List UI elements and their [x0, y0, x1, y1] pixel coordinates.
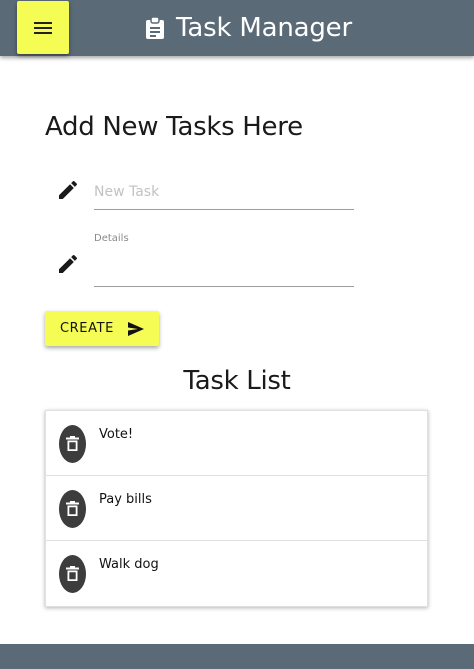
task-text: Walk dog — [99, 557, 159, 572]
create-button[interactable]: CREATE — [45, 311, 159, 346]
trash-icon — [66, 566, 79, 581]
task-text: Vote! — [99, 427, 134, 442]
page-footer — [0, 644, 474, 669]
task-list-title: Task List — [183, 366, 291, 396]
menu-button[interactable] — [17, 1, 69, 54]
task-list: Vote! Pay bills Walk dog — [45, 410, 428, 607]
details-input[interactable] — [94, 261, 354, 287]
clipboard-icon — [146, 17, 164, 39]
trash-icon — [66, 436, 79, 451]
task-item: Vote! — [46, 411, 427, 476]
pencil-icon — [59, 180, 78, 199]
create-button-label: CREATE — [60, 321, 114, 336]
delete-task-button[interactable] — [59, 490, 86, 528]
delete-task-button[interactable] — [59, 555, 86, 593]
send-icon — [127, 321, 144, 336]
top-navbar: Task Manager — [0, 0, 474, 56]
pencil-icon — [59, 254, 78, 273]
details-field: Details — [94, 233, 354, 287]
new-task-field — [94, 181, 354, 210]
brand: Task Manager — [146, 8, 352, 48]
hamburger-menu-icon — [34, 21, 52, 34]
delete-task-button[interactable] — [59, 425, 86, 463]
app-title: Task Manager — [176, 13, 352, 43]
details-label: Details — [94, 233, 129, 244]
trash-icon — [66, 501, 79, 516]
form-title: Add New Tasks Here — [45, 112, 303, 142]
new-task-input[interactable] — [94, 184, 354, 210]
task-text: Pay bills — [99, 492, 152, 507]
task-item: Walk dog — [46, 541, 427, 606]
task-item: Pay bills — [46, 476, 427, 541]
